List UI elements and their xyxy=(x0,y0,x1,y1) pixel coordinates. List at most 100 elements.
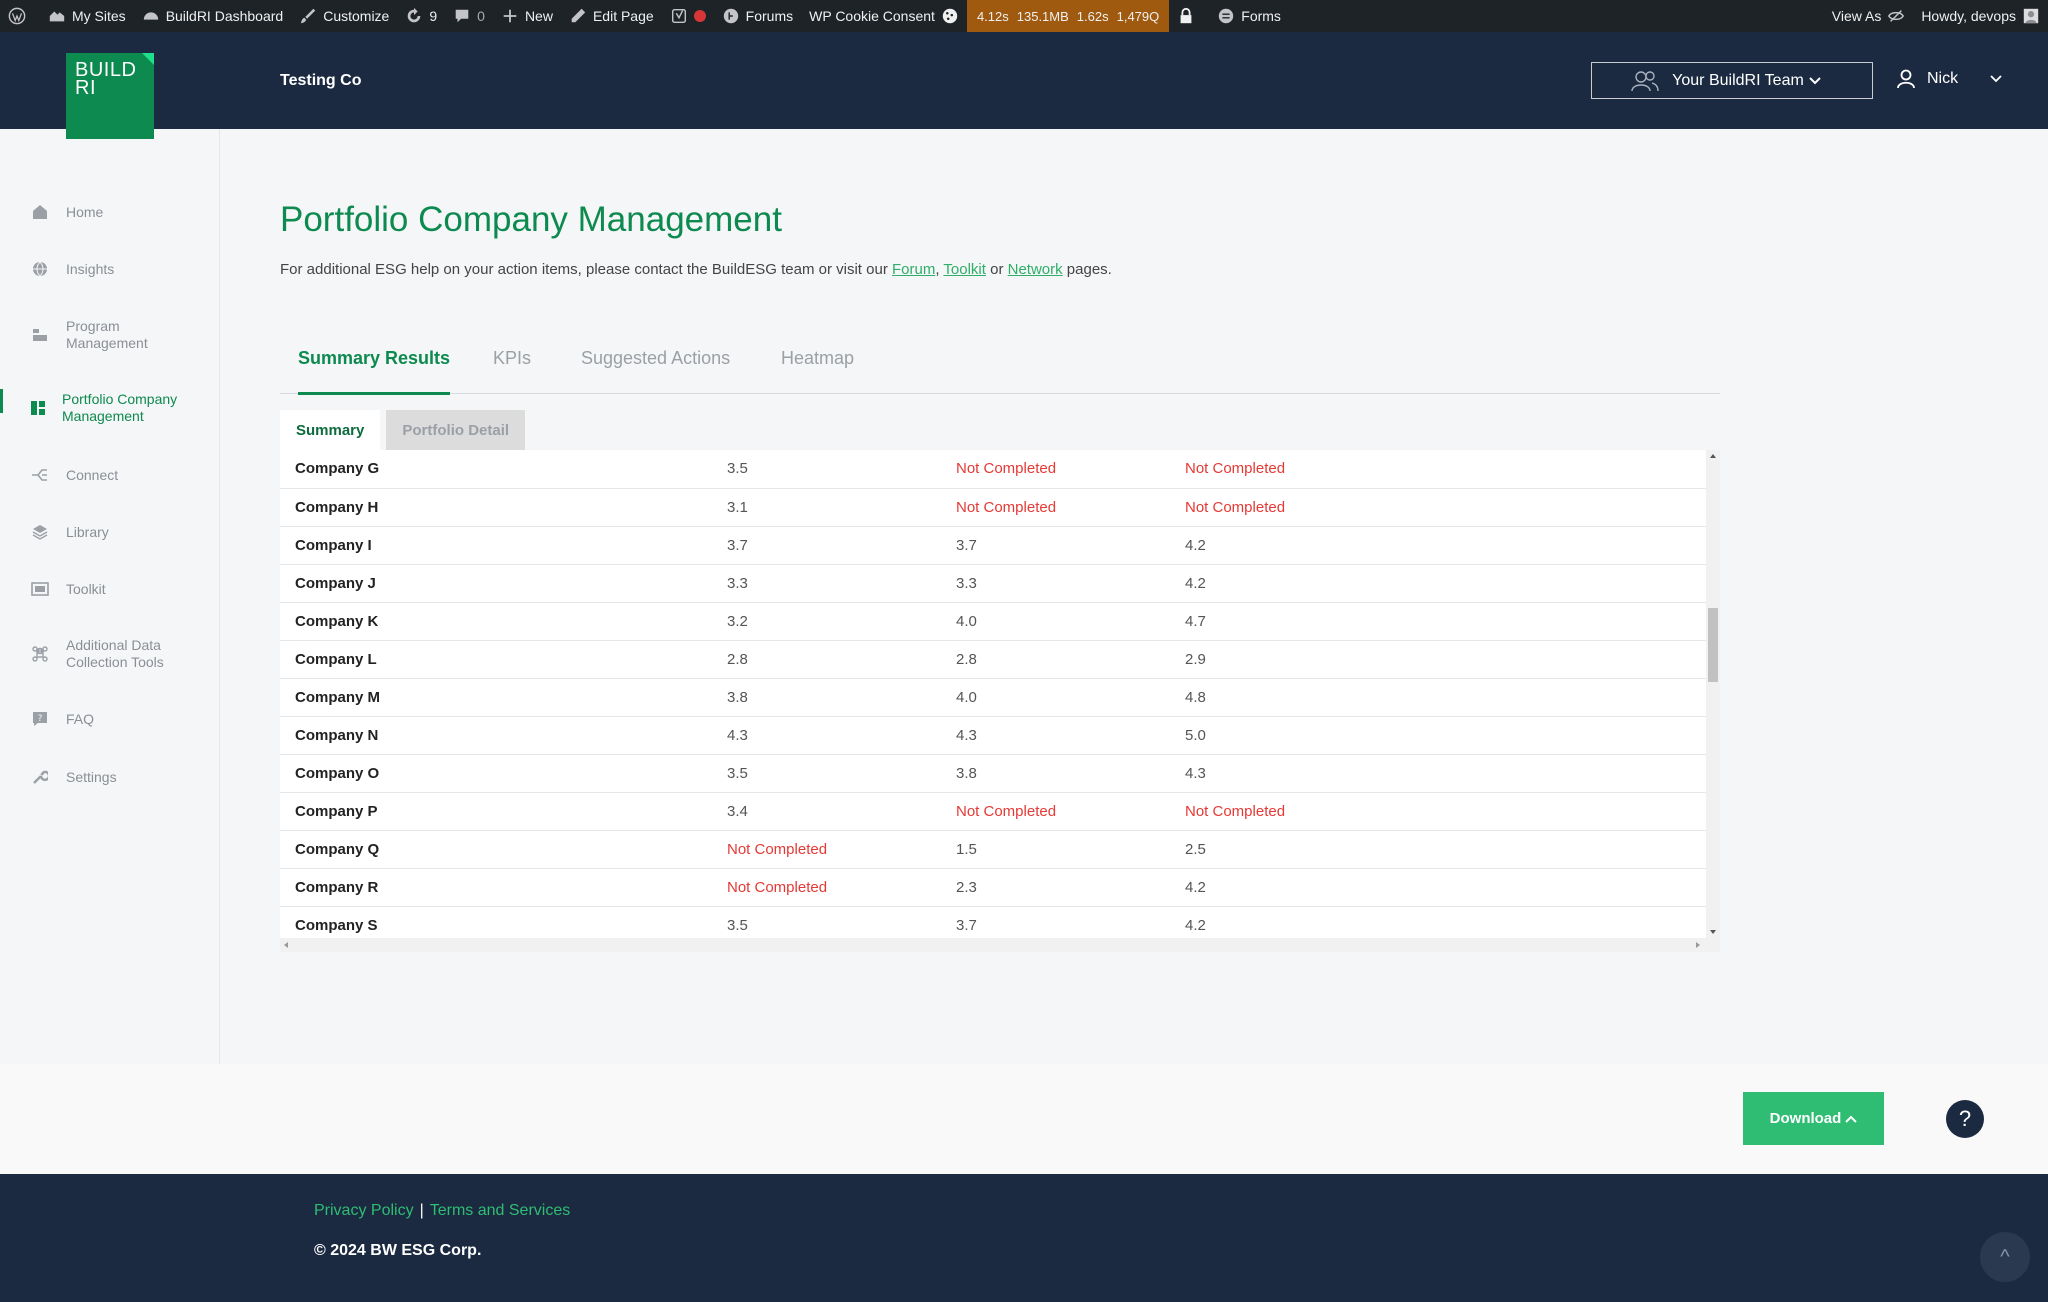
cookie-icon xyxy=(942,8,958,24)
sidebar-nav: Home Insights Program Management Portfol… xyxy=(0,129,220,1064)
company-name-cell: Company K xyxy=(295,612,379,630)
sidebar-item-settings[interactable]: Settings xyxy=(0,767,220,787)
scroll-up-arrow-icon[interactable] xyxy=(1710,454,1716,458)
company-name-cell: Company P xyxy=(295,802,378,820)
score-cell: Not Completed xyxy=(727,878,828,896)
howdy-user-link[interactable]: Howdy, devops xyxy=(1913,0,2048,32)
sidebar-item-label: FAQ xyxy=(66,710,95,727)
company-name-cell: Company I xyxy=(295,536,372,554)
download-button[interactable]: Download xyxy=(1743,1092,1884,1145)
score-cell: 4.2 xyxy=(1185,574,1206,592)
forum-link[interactable]: Forum xyxy=(892,261,935,278)
vertical-scroll-thumb[interactable] xyxy=(1708,608,1718,682)
chevron-down-icon xyxy=(1809,76,1821,84)
perf-memory: 135.1MB xyxy=(1016,8,1069,24)
scroll-to-top-button[interactable]: ^ xyxy=(1980,1232,2030,1282)
score-cell: 4.3 xyxy=(1185,764,1206,782)
score-cell: 2.5 xyxy=(1185,840,1206,858)
scroll-right-arrow-icon[interactable] xyxy=(1696,942,1700,948)
help-button[interactable]: ? xyxy=(1946,1100,1984,1138)
team-dropdown-button[interactable]: Your BuildRI Team xyxy=(1591,62,1873,99)
company-name-cell: Company J xyxy=(295,574,376,592)
user-menu[interactable]: Nick xyxy=(1897,69,2002,89)
tab-summary-results[interactable]: Summary Results xyxy=(298,348,451,395)
query-monitor-stats[interactable]: 4.12s 135.1MB 1.62s 1,479Q xyxy=(966,0,1170,32)
lock-icon xyxy=(1180,7,1192,24)
sidebar-item-home[interactable]: Home xyxy=(0,202,220,222)
wordpress-logo-icon[interactable] xyxy=(0,0,40,32)
new-content-link[interactable]: New xyxy=(493,0,561,32)
user-name: Nick xyxy=(1927,70,1959,87)
company-name-cell: Company O xyxy=(295,764,380,782)
edit-page-link[interactable]: Edit Page xyxy=(561,0,662,32)
terms-link[interactable]: Terms and Services xyxy=(430,1202,571,1219)
lock-link[interactable] xyxy=(1169,0,1209,32)
help-text-suffix: pages. xyxy=(1062,261,1112,278)
forums-link[interactable]: Forums xyxy=(714,0,801,32)
sidebar-item-connect[interactable]: Connect xyxy=(0,465,220,485)
comment-icon xyxy=(455,9,469,23)
tab-kpis[interactable]: KPIs xyxy=(493,348,531,394)
score-cell: 5.0 xyxy=(1185,726,1206,744)
company-name-cell: Company L xyxy=(295,650,377,668)
help-text: For additional ESG help on your action i… xyxy=(280,261,1112,278)
perf-db-time: 1.62s xyxy=(1076,8,1109,24)
my-sites-link[interactable]: My Sites xyxy=(40,0,134,32)
scroll-down-arrow-icon[interactable] xyxy=(1710,930,1716,934)
score-cell: 3.1 xyxy=(727,498,748,516)
score-cell: 3.3 xyxy=(727,574,748,592)
program-icon xyxy=(30,325,50,345)
view-as-link[interactable]: View As xyxy=(1824,0,1914,32)
scroll-left-arrow-icon[interactable] xyxy=(284,942,288,948)
sidebar-item-faq[interactable]: ? FAQ xyxy=(0,709,220,729)
score-cell: 4.2 xyxy=(1185,878,1206,896)
tab-heatmap[interactable]: Heatmap xyxy=(781,348,854,394)
updates-link[interactable]: 9 xyxy=(397,0,445,32)
sidebar-item-label: Toolkit xyxy=(66,580,106,597)
tab-suggested-actions[interactable]: Suggested Actions xyxy=(581,348,730,394)
sidebar-item-additional-data-collection-tools[interactable]: Additional Data Collection Tools xyxy=(0,637,220,671)
toolkit-link[interactable]: Toolkit xyxy=(943,261,986,278)
customize-link[interactable]: Customize xyxy=(291,0,397,32)
sidebar-item-portfolio-company-management[interactable]: Portfolio Company Management xyxy=(0,389,220,425)
table-row: Company N 4.3 4.3 5.0 xyxy=(280,716,1706,754)
buildri-logo[interactable]: BUILD RI xyxy=(66,53,154,139)
score-cell: 3.8 xyxy=(727,688,748,706)
perf-queries: 1,479Q xyxy=(1116,8,1160,24)
view-as-label: View As xyxy=(1831,8,1882,24)
updates-count: 9 xyxy=(429,8,438,24)
score-cell: 4.3 xyxy=(727,726,748,744)
vertical-scrollbar[interactable] xyxy=(1706,450,1720,938)
score-cell: Not Completed xyxy=(956,802,1057,820)
chevron-down-icon xyxy=(1990,75,2002,83)
network-link[interactable]: Network xyxy=(1008,261,1063,278)
dashboard-icon xyxy=(28,398,48,418)
company-name-cell: Company N xyxy=(295,726,379,744)
yoast-link[interactable] xyxy=(662,0,714,32)
sidebar-item-toolkit[interactable]: Toolkit xyxy=(0,579,220,599)
subtab-portfolio-detail[interactable]: Portfolio Detail xyxy=(386,410,526,450)
score-cell: Not Completed xyxy=(956,498,1057,516)
table-row: Company G 3.5 Not Completed Not Completed xyxy=(280,450,1706,488)
help-text-or: or xyxy=(985,261,1008,278)
site-footer: Privacy Policy | Terms and Services © 2024… xyxy=(0,1174,2048,1302)
sidebar-item-program-management[interactable]: Program Management xyxy=(0,318,220,352)
score-cell: 3.4 xyxy=(727,802,748,820)
site-header: Testing Co Your BuildRI Team Nick xyxy=(0,32,2048,129)
cookie-consent-link[interactable]: WP Cookie Consent xyxy=(801,0,967,32)
dashboard-link[interactable]: BuildRI Dashboard xyxy=(134,0,292,32)
forms-link[interactable]: Forms xyxy=(1209,0,1289,32)
sidebar-item-library[interactable]: Library xyxy=(0,522,220,542)
subtab-summary[interactable]: Summary xyxy=(280,410,381,450)
comments-link[interactable]: 0 xyxy=(445,0,493,32)
wrench-icon xyxy=(30,767,50,787)
privacy-policy-link[interactable]: Privacy Policy xyxy=(314,1202,414,1219)
sidebar-item-insights[interactable]: Insights xyxy=(0,259,220,279)
comments-count: 0 xyxy=(477,8,485,24)
table-row: Company O 3.5 3.8 4.3 xyxy=(280,754,1706,792)
score-cell: 4.8 xyxy=(1185,688,1206,706)
brush-icon xyxy=(301,8,316,24)
company-name-cell: Company Q xyxy=(295,840,380,858)
horizontal-scrollbar[interactable] xyxy=(280,938,1720,952)
score-cell: 4.2 xyxy=(1185,536,1206,554)
